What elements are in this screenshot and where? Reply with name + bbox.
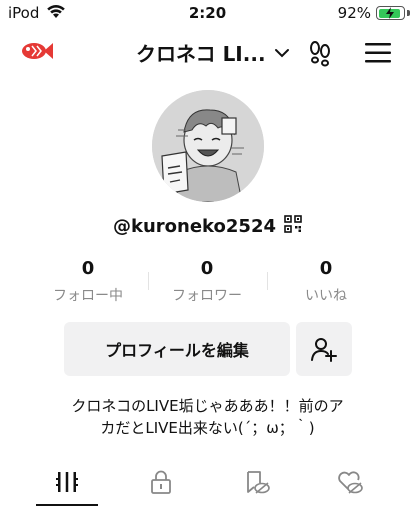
- chevron-down-icon: [274, 48, 289, 57]
- profile-header: クロネコ LI...: [0, 30, 415, 76]
- likes-stat[interactable]: 0 いいね: [266, 258, 386, 305]
- active-tab-indicator: [36, 504, 98, 506]
- likes-label: いいね: [305, 288, 347, 304]
- tab-liked[interactable]: [302, 460, 397, 504]
- charging-bolt-icon: [386, 7, 394, 19]
- username-row: @kuroneko2524: [0, 215, 415, 237]
- username: @kuroneko2524: [112, 215, 276, 237]
- tab-reposts[interactable]: [209, 460, 304, 504]
- following-stat[interactable]: 0 フォロー中: [28, 258, 148, 305]
- avatar-illustration: [152, 90, 264, 202]
- profile-stats: 0 フォロー中 0 フォロワー 0 いいね: [0, 258, 415, 308]
- followers-label: フォロワー: [172, 288, 242, 304]
- profile-tabs: [0, 460, 415, 512]
- battery-icon: [376, 6, 405, 20]
- following-count: 0: [81, 258, 95, 279]
- account-switcher[interactable]: クロネコ LI...: [136, 38, 290, 67]
- qr-code-icon[interactable]: [284, 215, 302, 237]
- following-label: フォロー中: [53, 288, 123, 304]
- followers-count: 0: [200, 258, 214, 279]
- tab-private[interactable]: [113, 460, 208, 504]
- hidden-heart-icon: [337, 471, 363, 494]
- battery-nub: [407, 10, 410, 16]
- footprint-icon[interactable]: [306, 39, 334, 71]
- bio-line: クロネコのLIVE垢じゃあああ！！前のア: [71, 397, 344, 415]
- hamburger-menu-icon[interactable]: [364, 42, 392, 68]
- account-name: クロネコ LI...: [136, 42, 266, 66]
- hidden-bookmark-icon: [246, 471, 270, 494]
- lock-icon: [150, 470, 171, 494]
- followers-stat[interactable]: 0 フォロワー: [147, 258, 267, 305]
- status-bar: iPod 2:20 92%: [0, 0, 415, 28]
- edit-profile-button[interactable]: プロフィールを編集: [64, 322, 290, 376]
- likes-count: 0: [319, 258, 333, 279]
- grid-icon: [55, 472, 78, 492]
- add-person-icon: [311, 338, 337, 362]
- profile-bio: クロネコのLIVE垢じゃあああ！！前のア カだとLIVE出来ない(´；ω；｀): [20, 395, 395, 439]
- fish-icon[interactable]: [20, 40, 54, 66]
- avatar[interactable]: [152, 90, 264, 202]
- battery-percent: 92%: [337, 4, 371, 22]
- tab-videos[interactable]: [19, 460, 114, 504]
- bio-line: カだとLIVE出来ない(´；ω；｀): [100, 419, 315, 437]
- add-friend-button[interactable]: [296, 322, 352, 376]
